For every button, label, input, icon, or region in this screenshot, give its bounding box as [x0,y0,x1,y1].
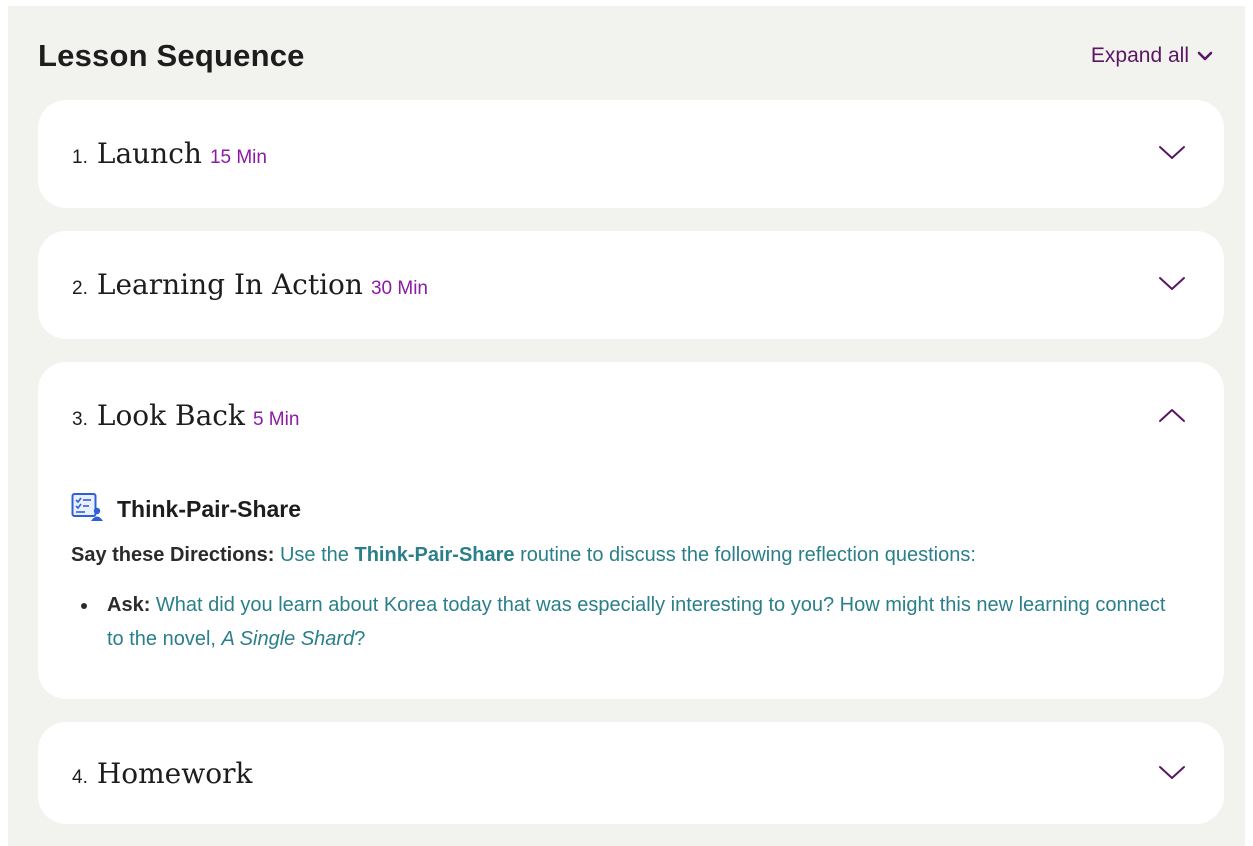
section-number: 1. [72,146,88,168]
section-number: 3. [72,408,88,430]
section-card-look-back: 3. Look Back 5 Min Think-Pair-Share Say … [38,362,1224,699]
chevron-up-icon[interactable] [1158,407,1186,423]
routine-label: Think-Pair-Share [117,495,302,522]
directions-after: routine to discuss the following reflect… [520,544,976,566]
directions-lead: Say these Directions: [71,544,275,566]
section-number: 4. [72,766,88,788]
section-title: Homework [96,756,253,790]
section-header-launch[interactable]: 1. Launch 15 Min [72,100,1186,206]
checklist-person-icon [71,492,103,527]
directions-before: Use the [279,544,349,566]
page-title: Lesson Sequence [38,38,305,73]
section-duration: 30 Min [370,277,428,299]
lesson-sequence-panel: Lesson Sequence Expand all 1. Launch 15 … [8,6,1245,846]
section-card-learning-in-action: 2. Learning In Action 30 Min [38,231,1224,339]
section-header-look-back[interactable]: 3. Look Back 5 Min [72,362,1186,468]
section-title-group: 1. Launch 15 Min [72,137,267,170]
section-duration: 5 Min [252,408,300,430]
section-duration: 15 Min [209,146,267,168]
expand-all-button[interactable]: Expand all [1091,44,1213,68]
section-header-learning-in-action[interactable]: 2. Learning In Action 30 Min [72,231,1186,337]
section-header-homework[interactable]: 4. Homework [72,722,1186,824]
section-title-group: 2. Learning In Action 30 Min [72,268,428,301]
chevron-down-icon[interactable] [1158,765,1186,781]
section-card-launch: 1. Launch 15 Min [38,100,1224,208]
directions-highlight: Think-Pair-Share [354,544,515,566]
bullet-lead: Ask: [107,594,151,616]
section-number: 2. [72,277,88,299]
directions-text: Say these Directions: Use the Think-Pair… [71,540,1184,570]
list-item: Ask: What did you learn about Korea toda… [81,588,1184,656]
routine-heading: Think-Pair-Share [71,492,1184,526]
chevron-down-icon[interactable] [1158,145,1186,161]
lesson-sequence-header: Lesson Sequence Expand all [38,34,1213,78]
expand-all-label: Expand all [1090,44,1189,67]
section-title: Look Back [96,398,245,432]
reflection-question-list: Ask: What did you learn about Korea toda… [71,588,1184,656]
section-body-look-back: Think-Pair-Share Say these Directions: U… [71,492,1184,656]
section-card-homework: 4. Homework [38,722,1224,824]
section-title-group: 4. Homework [72,757,260,790]
book-title: A Single Shard [221,628,355,650]
chevron-down-icon[interactable] [1158,276,1186,292]
chevron-down-icon [1197,51,1213,62]
bullet-end: ? [354,628,366,650]
section-title: Learning In Action [96,267,363,301]
section-title: Launch [96,136,202,170]
section-title-group: 3. Look Back 5 Min [72,399,299,432]
